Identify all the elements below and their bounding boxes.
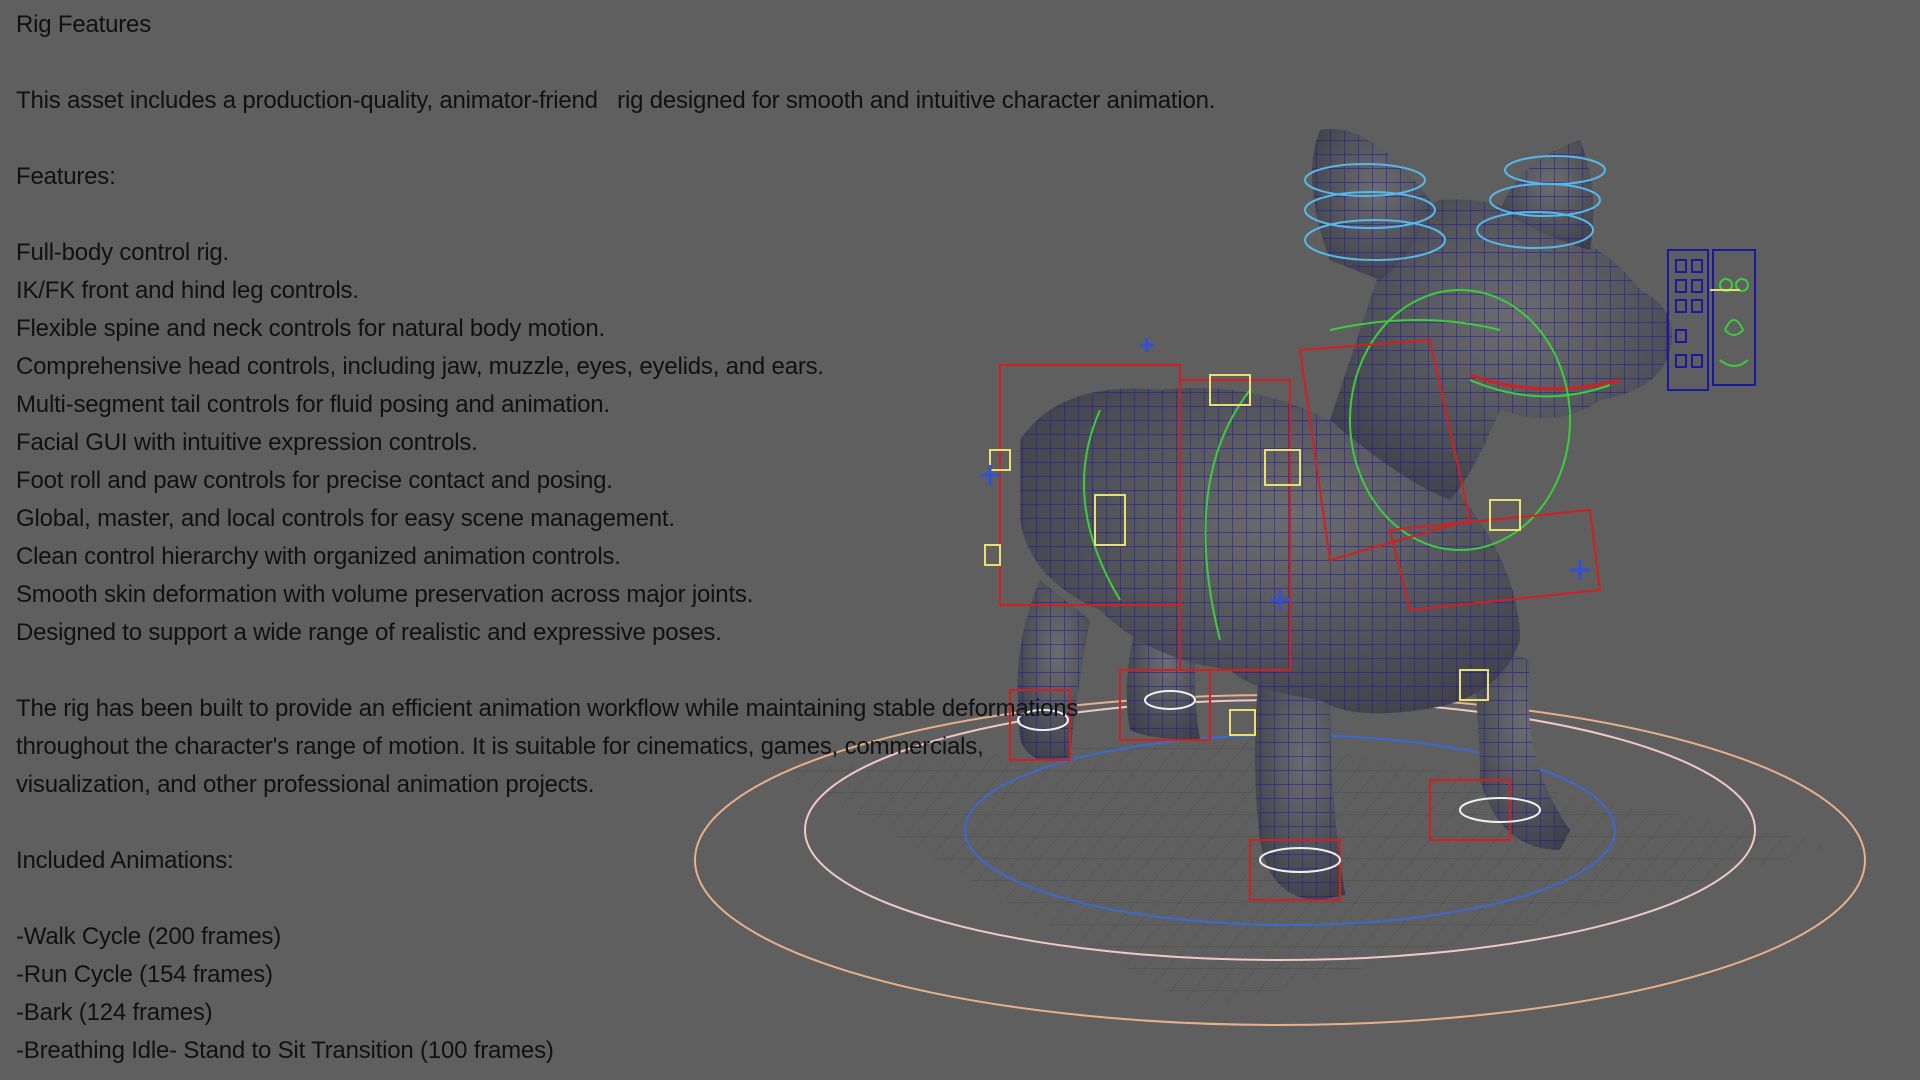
summary-line: The rig has been built to provide an eff… [16, 695, 1079, 722]
animations-heading: Included Animations: [16, 847, 234, 874]
feature-item: Clean control hierarchy with organized a… [16, 543, 621, 570]
feature-item: Flexible spine and neck controls for nat… [16, 315, 605, 342]
feature-item: Facial GUI with intuitive expression con… [16, 429, 478, 456]
intro-text: This asset includes a production-quality… [16, 87, 1216, 114]
facial-gui[interactable] [1667, 249, 1756, 391]
feature-item: Designed to support a wide range of real… [16, 619, 722, 646]
animation-item: -Breathing Idle- Stand to Sit Transition… [16, 1037, 554, 1064]
feature-item: Foot roll and paw controls for precise c… [16, 467, 613, 494]
features-list: Full-body control rig. IK/FK front and h… [16, 234, 1016, 652]
feature-item: Multi-segment tail controls for fluid po… [16, 391, 610, 418]
animation-item: -Walk Cycle (200 frames) [16, 923, 282, 950]
rig-features-text: Rig Features This asset includes a produ… [16, 6, 1216, 1070]
animations-list: -Walk Cycle (200 frames) -Run Cycle (154… [16, 918, 1016, 1070]
feature-item: IK/FK front and hind leg controls. [16, 277, 359, 304]
feature-item: Smooth skin deformation with volume pres… [16, 581, 754, 608]
feature-item: Full-body control rig. [16, 239, 230, 266]
feature-item: Comprehensive head controls, including j… [16, 353, 824, 380]
summary-line: throughout the character's range of moti… [16, 733, 984, 760]
page-title: Rig Features [16, 11, 151, 38]
feature-item: Global, master, and local controls for e… [16, 505, 675, 532]
features-heading: Features: [16, 163, 116, 190]
summary-line: visualization, and other professional an… [16, 771, 595, 798]
animation-item: -Bark (124 frames) [16, 999, 213, 1026]
animation-item: -Run Cycle (154 frames) [16, 961, 273, 988]
